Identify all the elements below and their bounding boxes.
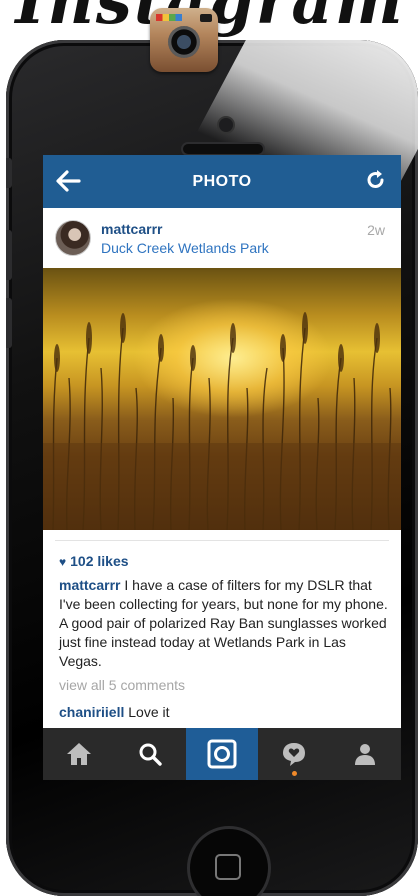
- divider: [55, 540, 389, 541]
- front-camera: [219, 118, 233, 132]
- post-photo[interactable]: [43, 268, 401, 530]
- post-timestamp: 2w: [367, 222, 385, 238]
- profile-icon: [355, 744, 376, 765]
- view-all-comments-link[interactable]: view all 5 comments: [59, 677, 185, 693]
- post-location[interactable]: Duck Creek Wetlands Park: [101, 240, 269, 256]
- likes-label: 102 likes: [70, 553, 129, 569]
- page-title: PHOTO: [192, 173, 252, 190]
- camera-icon: [207, 739, 237, 769]
- home-button[interactable]: [187, 826, 271, 896]
- tab-camera[interactable]: [186, 728, 258, 780]
- likes-count[interactable]: ♥ 102 likes: [59, 553, 129, 569]
- caption-username[interactable]: mattcarrr: [59, 577, 120, 593]
- volume-down-button: [6, 298, 12, 348]
- notification-dot: [291, 771, 297, 776]
- heart-icon: ♥: [59, 555, 67, 569]
- refresh-icon[interactable]: [365, 169, 387, 191]
- comment-text: Love it: [124, 704, 170, 720]
- tab-activity[interactable]: [258, 728, 330, 780]
- viewfinder: [200, 14, 212, 22]
- tab-explore[interactable]: [115, 728, 187, 780]
- camera-lens-icon: [168, 26, 200, 58]
- post-username[interactable]: mattcarrr: [101, 221, 162, 237]
- app-screen: PHOTO mattcarrr Duck Creek Wetlands Park…: [43, 155, 401, 780]
- bottom-tab-bar: [43, 728, 401, 780]
- volume-up-button: [6, 230, 12, 280]
- top-nav-bar: PHOTO: [43, 155, 401, 208]
- comment-item: chaniriiell Love it: [59, 704, 170, 720]
- post-caption: mattcarrr I have a case of filters for m…: [59, 576, 389, 671]
- rainbow-stripe: [156, 14, 182, 21]
- search-icon: [139, 743, 163, 766]
- grass-silhouettes: [43, 312, 401, 530]
- post-header: mattcarrr Duck Creek Wetlands Park 2w: [43, 208, 401, 266]
- avatar[interactable]: [55, 220, 91, 256]
- comment-username[interactable]: chaniriiell: [59, 704, 124, 720]
- tab-home[interactable]: [43, 728, 115, 780]
- mute-switch: [6, 158, 12, 188]
- earpiece-speaker: [183, 144, 263, 154]
- heart-bubble-icon: [282, 743, 305, 766]
- home-button-square-icon: [215, 854, 241, 880]
- instagram-app-icon: [150, 8, 218, 72]
- home-icon: [66, 743, 91, 765]
- tab-profile[interactable]: [329, 728, 401, 780]
